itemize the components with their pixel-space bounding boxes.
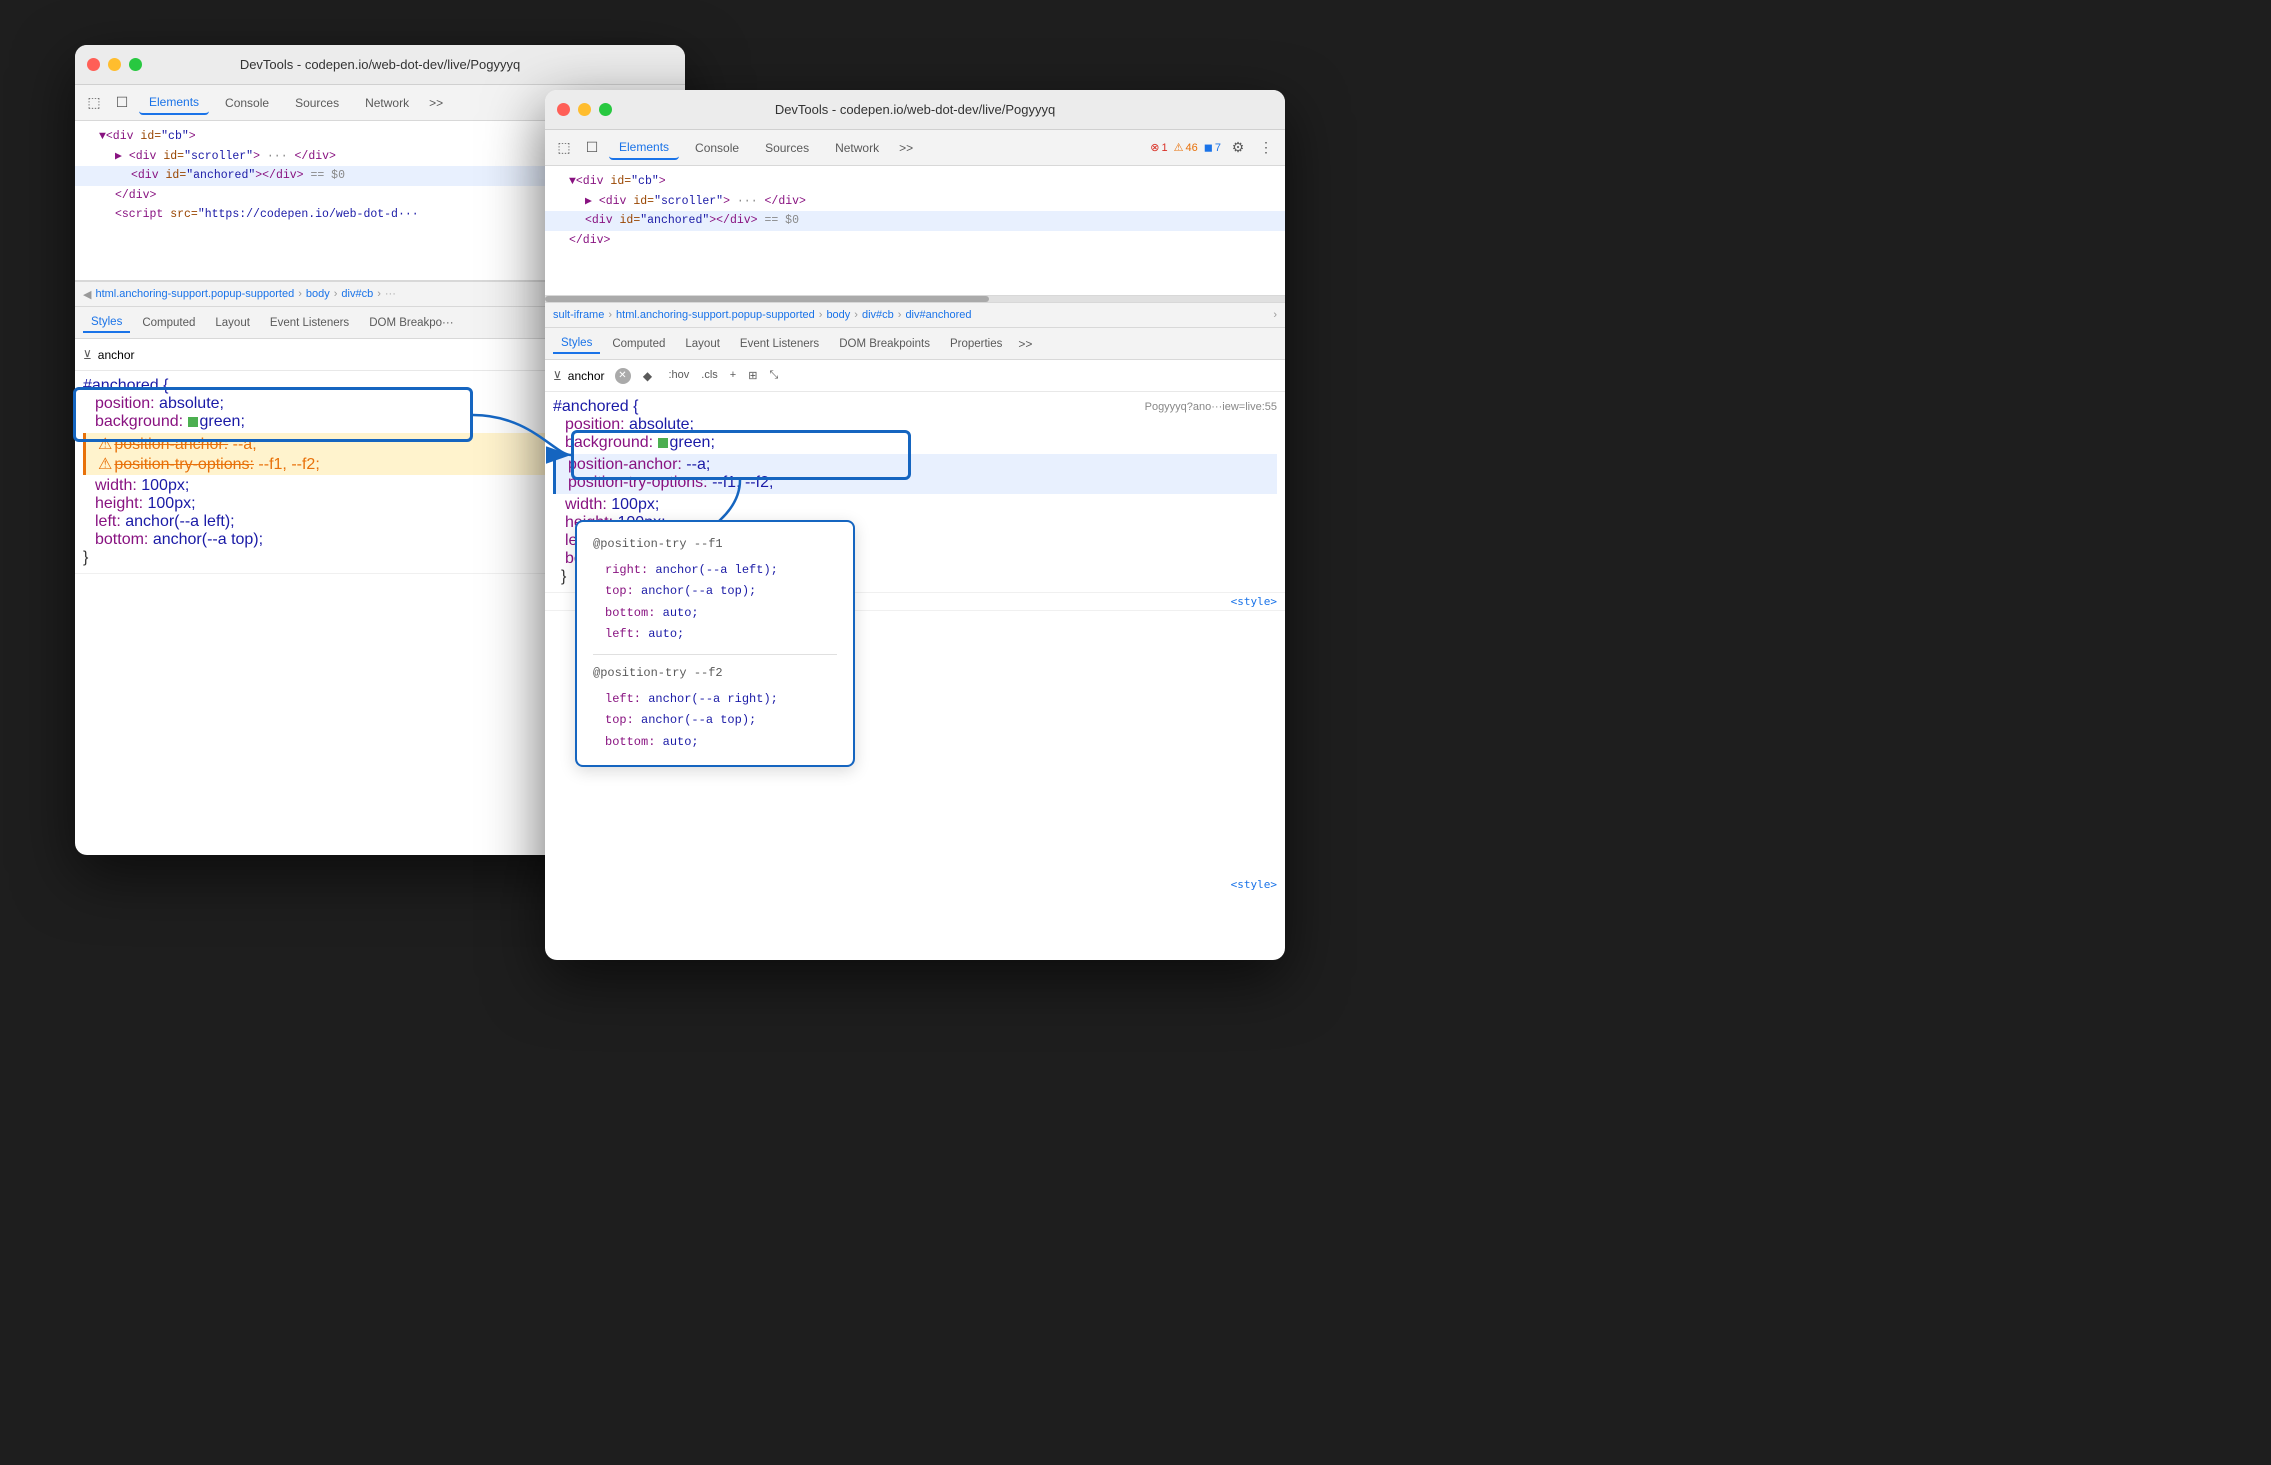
styles-tab-dom-2[interactable]: DOM Breakpoints (831, 335, 938, 353)
tt-prop-1-3: bottom: auto; (605, 603, 837, 625)
window-controls-1 (87, 58, 142, 71)
minimize-button-2[interactable] (578, 103, 591, 116)
dom-line-2-1[interactable]: ▼<div id="cb"> (545, 172, 1285, 192)
prop2-anchor-try: position-try-options: --f1, --f2; (568, 474, 1265, 492)
filter-tool-cls-2[interactable]: .cls (697, 367, 722, 384)
filter-clear-2[interactable]: ✕ (615, 368, 631, 384)
filter-settings-icon-2[interactable]: ◆ (637, 365, 659, 387)
tab-sources-1[interactable]: Sources (285, 92, 349, 114)
filter-tool-expand-2[interactable]: ⤡ (765, 367, 782, 384)
prop2-anchor: position-anchor: --a; (568, 456, 1265, 474)
bc-iframe-2[interactable]: sult-iframe (553, 309, 604, 321)
tooltip-popup: @position-try --f1 right: anchor(--a lef… (575, 520, 855, 767)
bc-divanchored-2[interactable]: div#anchored (905, 309, 971, 321)
tt-prop-2-1: left: anchor(--a right); (605, 689, 837, 711)
close-button-1[interactable] (87, 58, 100, 71)
styles-tab-computed-2[interactable]: Computed (604, 335, 673, 353)
inspector-icon-2[interactable]: ⬚ (553, 137, 575, 159)
tt-prop-2-2: top: anchor(--a top); (605, 710, 837, 732)
device-icon-1[interactable]: ☐ (111, 92, 133, 114)
maximize-button-2[interactable] (599, 103, 612, 116)
tab-console-2[interactable]: Console (685, 137, 749, 159)
tooltip-props-2: left: anchor(--a right); top: anchor(--a… (605, 689, 837, 754)
filter-tool-layout-2[interactable]: ⊞ (744, 367, 761, 384)
window-title-2: DevTools - codepen.io/web-dot-dev/live/P… (775, 102, 1055, 117)
bc-body-1[interactable]: body (306, 288, 330, 300)
styles-tab-styles-1[interactable]: Styles (83, 313, 130, 333)
tab-network-1[interactable]: Network (355, 92, 419, 114)
tooltip-selector-2: @position-try --f2 (593, 663, 837, 685)
filter-tools-2: :hov .cls + ⊞ ⤡ (665, 367, 783, 384)
tt-prop-1-2: top: anchor(--a top); (605, 581, 837, 603)
minimize-button-1[interactable] (108, 58, 121, 71)
dom-tree-2: ▼<div id="cb"> ▶ <div id="scroller"> ···… (545, 166, 1285, 296)
breadcrumb-2: sult-iframe › html.anchoring-support.pop… (545, 302, 1285, 328)
bc-html-2[interactable]: html.anchoring-support.popup-supported (616, 309, 815, 321)
filter-tool-plus-2[interactable]: + (726, 367, 740, 384)
more-tabs-1[interactable]: >> (425, 96, 447, 110)
tooltip-block-1: @position-try --f1 right: anchor(--a lef… (593, 534, 837, 646)
title-bar-1: DevTools - codepen.io/web-dot-dev/live/P… (75, 45, 685, 85)
gear-icon-2[interactable]: ⚙ (1227, 137, 1249, 159)
device-icon-2[interactable]: ☐ (581, 137, 603, 159)
prop2-width: width: 100px; (553, 496, 1277, 514)
tt-prop-1-4: left: auto; (605, 624, 837, 646)
tooltip-selector-1: @position-try --f1 (593, 534, 837, 556)
title-bar-2: DevTools - codepen.io/web-dot-dev/live/P… (545, 90, 1285, 130)
css-source-2[interactable]: Pogyyyq?ano···iew=live:55 (1145, 401, 1277, 413)
tooltip-block-2: @position-try --f2 left: anchor(--a righ… (593, 663, 837, 753)
filter-bar-2: ⊻ anchor ✕ ◆ :hov .cls + ⊞ ⤡ (545, 360, 1285, 392)
filter-tool-hov-2[interactable]: :hov (665, 367, 694, 384)
styles-tab-styles-2[interactable]: Styles (553, 334, 600, 354)
tab-elements-2[interactable]: Elements (609, 136, 679, 160)
badge-error-2: ⊗ 1 (1150, 141, 1167, 154)
filter-icon-2: ⊻ (553, 369, 562, 383)
css-selector-1: #anchored { (83, 377, 168, 395)
filter-icon-1: ⊻ (83, 348, 92, 362)
more-icon-2[interactable]: ⋮ (1255, 137, 1277, 159)
bc-body-2[interactable]: body (826, 309, 850, 321)
bc-html-1[interactable]: html.anchoring-support.popup-supported (95, 288, 294, 300)
window-title-1: DevTools - codepen.io/web-dot-dev/live/P… (240, 57, 520, 72)
tab-network-2[interactable]: Network (825, 137, 889, 159)
styles-more-tabs-2[interactable]: >> (1014, 337, 1036, 351)
tab-elements-1[interactable]: Elements (139, 91, 209, 115)
filter-input-1[interactable] (98, 348, 592, 362)
prop2-background: background: green; (553, 434, 1277, 452)
styles-tab-events-2[interactable]: Event Listeners (732, 335, 827, 353)
badge-warning-2: ⚠ 46 (1174, 141, 1198, 154)
window-controls-2 (557, 103, 612, 116)
toolbar-2: ⬚ ☐ Elements Console Sources Network >> … (545, 130, 1285, 166)
prop2-position: position: absolute; (553, 416, 1277, 434)
bc-divcb-2[interactable]: div#cb (862, 309, 894, 321)
badge-info-2: ◼ 7 (1204, 141, 1221, 154)
styles-tab-layout-1[interactable]: Layout (207, 314, 258, 332)
dom-line-2-3[interactable]: <div id="anchored"></div> == $0 (545, 211, 1285, 231)
styles-tab-dom-1[interactable]: DOM Breakpo··· (361, 314, 461, 332)
close-button-2[interactable] (557, 103, 570, 116)
prop2-anchor-highlighted: position-anchor: --a; position-try-optio… (553, 454, 1277, 494)
dom-line-2-2[interactable]: ▶ <div id="scroller"> ··· </div> (545, 192, 1285, 212)
styles-tabs-2: Styles Computed Layout Event Listeners D… (545, 328, 1285, 360)
tooltip-divider (593, 654, 837, 655)
tt-prop-1-1: right: anchor(--a left); (605, 560, 837, 582)
styles-tab-props-2[interactable]: Properties (942, 335, 1010, 353)
style-tag-2: <style> (545, 876, 1285, 893)
inspector-icon-1[interactable]: ⬚ (83, 92, 105, 114)
styles-tab-layout-2[interactable]: Layout (677, 335, 728, 353)
styles-tab-computed-1[interactable]: Computed (134, 314, 203, 332)
maximize-button-1[interactable] (129, 58, 142, 71)
tab-sources-2[interactable]: Sources (755, 137, 819, 159)
devtools-window-2: DevTools - codepen.io/web-dot-dev/live/P… (545, 90, 1285, 960)
css-selector-2: #anchored { (553, 398, 638, 416)
styles-tab-events-1[interactable]: Event Listeners (262, 314, 357, 332)
more-tabs-2[interactable]: >> (895, 141, 917, 155)
bc-divcb-1[interactable]: div#cb (341, 288, 373, 300)
dom-line-2-4[interactable]: </div> (545, 231, 1285, 251)
tab-console-1[interactable]: Console (215, 92, 279, 114)
tt-prop-2-3: bottom: auto; (605, 732, 837, 754)
tooltip-props-1: right: anchor(--a left); top: anchor(--a… (605, 560, 837, 646)
